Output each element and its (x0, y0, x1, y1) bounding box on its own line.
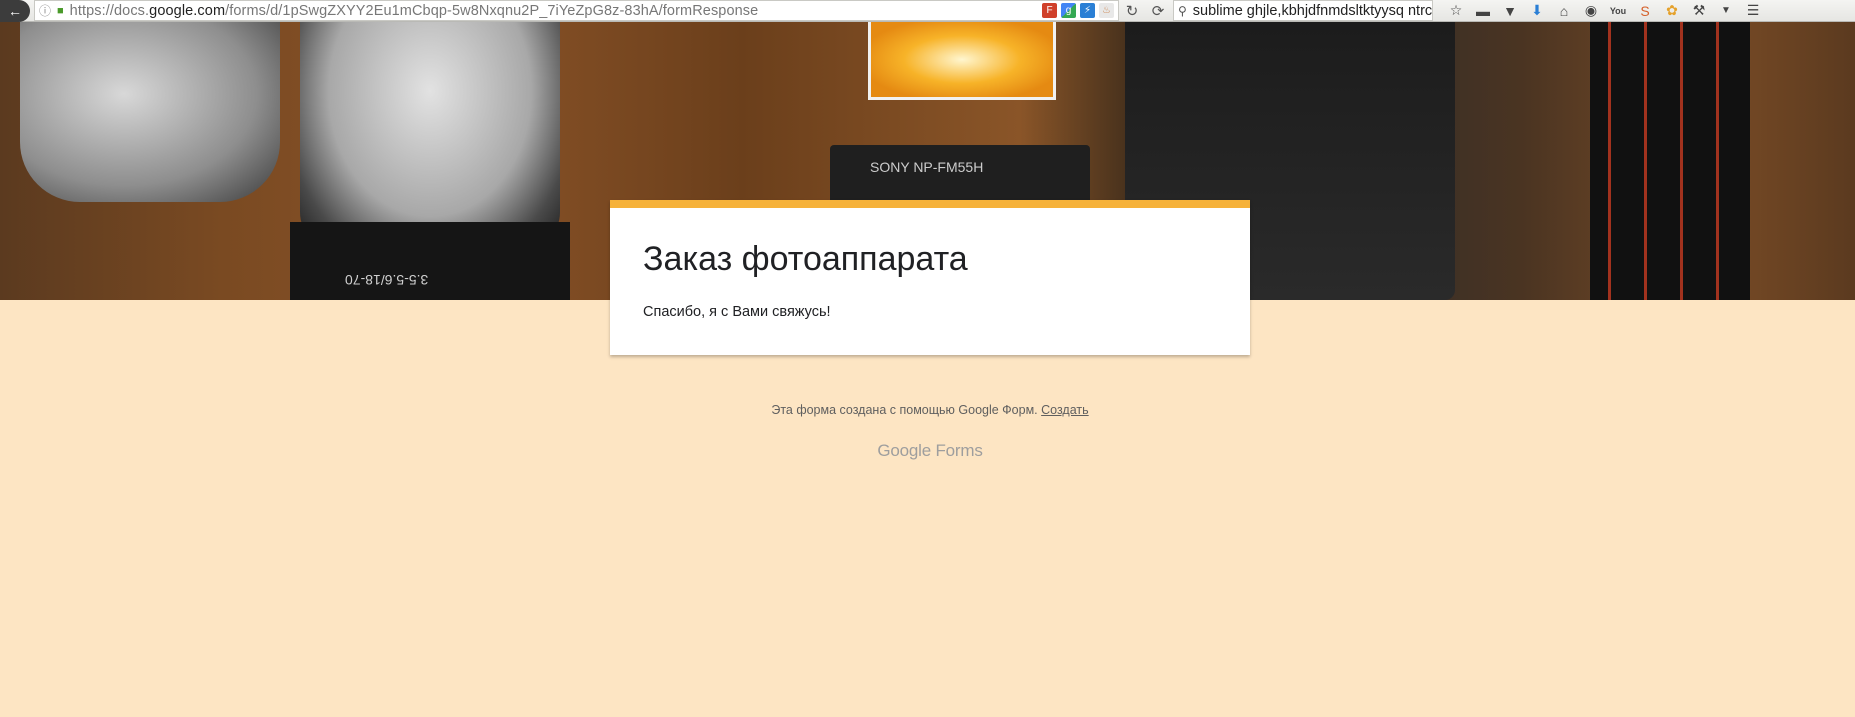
url-bar[interactable]: ⓘ ■ https://docs.google.com/forms/d/1pSw… (34, 0, 1119, 21)
toolbar-icons: ☆ ▬ ▼ ⬇ ⌂ ◉ You S ✿ ⚒ ▼ ☰ (1447, 2, 1762, 20)
lock-icon[interactable]: ■ (57, 5, 64, 17)
battery-label: SONY NP-FM55H (870, 159, 984, 175)
footer-note: Эта форма создана с помощью Google Форм.… (0, 403, 1855, 417)
youtube-icon[interactable]: You (1609, 2, 1627, 20)
form-title: Заказ фотоаппарата (643, 240, 968, 278)
info-icon[interactable]: ⓘ (39, 2, 51, 19)
camera-strap-photo (1590, 22, 1750, 300)
url-addons: F g ⚡ ♨ (1042, 1, 1114, 20)
google-translate-icon[interactable]: g (1061, 3, 1076, 18)
lens-marking: 3.5-5.6/18-70 (345, 272, 429, 288)
bookmarks-menu-icon[interactable]: ▬ (1474, 2, 1492, 20)
create-form-link[interactable]: Создать (1041, 403, 1089, 417)
back-arrow-icon[interactable]: ← (0, 0, 30, 22)
lightning-icon[interactable]: ⚡ (1080, 3, 1095, 18)
lens-ring-photo: 3.5-5.6/18-70 (290, 222, 570, 300)
reload-icon[interactable]: ↻ (1119, 0, 1145, 21)
hamburger-menu-icon[interactable]: ☰ (1744, 2, 1762, 20)
sync-icon[interactable]: ⟳ (1145, 0, 1171, 21)
google-forms-logo[interactable]: Google Forms (0, 441, 1855, 461)
home-icon[interactable]: ⌂ (1555, 2, 1573, 20)
search-icon: ⚲ (1178, 3, 1187, 18)
chat-icon[interactable]: ◉ (1582, 2, 1600, 20)
memory-card-photo (868, 22, 1056, 100)
download-icon[interactable]: ⬇ (1528, 2, 1546, 20)
java-icon[interactable]: ♨ (1099, 3, 1114, 18)
footer-note-text: Эта форма создана с помощью Google Форм. (771, 403, 1038, 417)
pocket-icon[interactable]: ▼ (1501, 2, 1519, 20)
camera-body-photo (20, 22, 280, 202)
overflow-chevron-icon[interactable]: ▼ (1717, 2, 1735, 20)
logo-forms-text: Forms (935, 441, 983, 460)
url-text[interactable]: https://docs.google.com/forms/d/1pSwgZXY… (70, 3, 759, 19)
browser-toolbar: ← ⓘ ■ https://docs.google.com/forms/d/1p… (0, 0, 1855, 22)
logo-google-text: Google (877, 441, 931, 460)
addon-s-icon[interactable]: S (1636, 2, 1654, 20)
form-card: Заказ фотоаппарата Спасибо, я с Вами свя… (610, 200, 1250, 355)
addon-tools-icon[interactable]: ⚒ (1690, 2, 1708, 20)
camera-lens-photo (300, 22, 560, 252)
bookmark-star-icon[interactable]: ☆ (1447, 2, 1465, 20)
search-input[interactable]: ⚲ sublime ghjle,kbhjdfnmdsltktyysq ntrcn… (1173, 0, 1433, 21)
confirmation-message: Спасибо, я с Вами свяжусь! (643, 304, 831, 320)
addon-flower-icon[interactable]: ✿ (1663, 2, 1681, 20)
flashblock-icon[interactable]: F (1042, 3, 1057, 18)
